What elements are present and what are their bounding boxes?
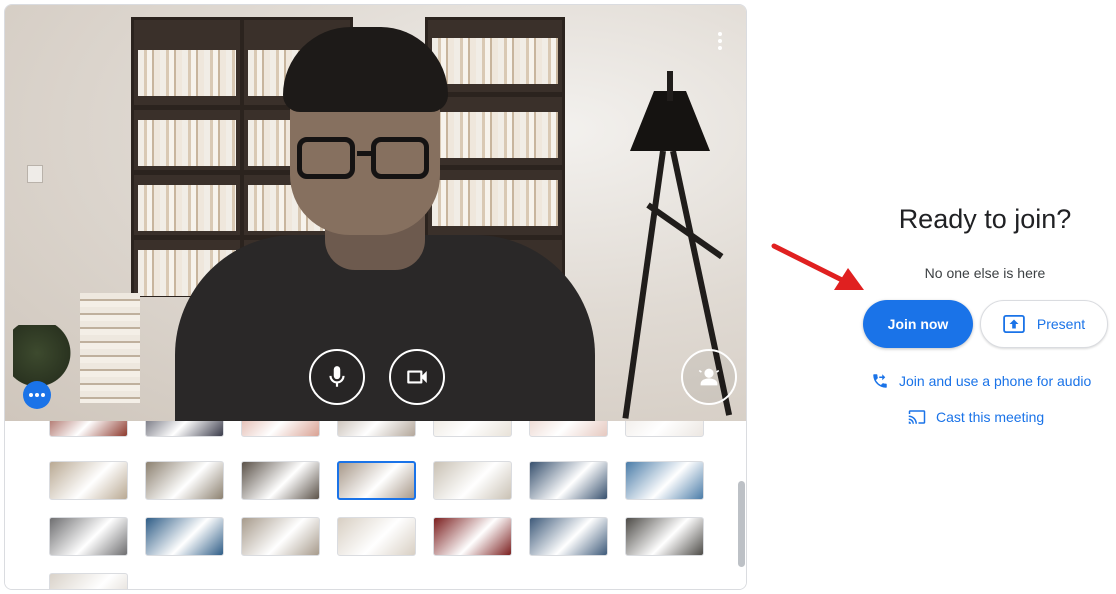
camera-button[interactable] xyxy=(389,349,445,405)
preview-panel xyxy=(4,4,747,590)
participants-status: No one else is here xyxy=(924,265,1046,281)
background-thumbnail-sunlit-room[interactable] xyxy=(145,461,224,500)
background-thumbnail-dark-stone[interactable] xyxy=(625,517,704,556)
background-thumbnail-office-wall[interactable] xyxy=(49,461,128,500)
background-thumbnail-mountain-snow[interactable] xyxy=(49,517,128,556)
microphone-button[interactable] xyxy=(309,349,365,405)
page-title: Ready to join? xyxy=(898,204,1072,234)
more-vert-icon[interactable] xyxy=(708,29,732,53)
book-stack xyxy=(80,293,140,403)
present-label: Present xyxy=(1036,316,1086,332)
microphone-icon xyxy=(329,366,345,387)
background-thumbnail-light-sand[interactable] xyxy=(433,421,512,437)
phone-forward-icon xyxy=(873,374,887,388)
cast-meeting-label: Cast this meeting xyxy=(936,409,1045,425)
background-thumbnail-red-abstract[interactable] xyxy=(49,421,128,437)
wall-switch xyxy=(27,165,43,183)
present-button[interactable]: Present xyxy=(980,300,1108,348)
background-thumbnail-floral-cream[interactable] xyxy=(49,573,128,589)
background-thumbnail-seaside[interactable] xyxy=(625,461,704,500)
glasses xyxy=(297,137,355,179)
background-thumbnail-bright-room[interactable] xyxy=(337,517,416,556)
background-thumbnails xyxy=(5,421,746,589)
meet-prejoin-screen: Ready to join? No one else is here Join … xyxy=(0,0,1116,594)
background-thumbnail-horses-field[interactable] xyxy=(241,517,320,556)
background-effects-button[interactable] xyxy=(681,349,737,405)
background-thumbnail-blue-sky-building[interactable] xyxy=(529,461,608,500)
present-screen-icon xyxy=(1003,315,1025,333)
join-now-button[interactable]: Join now xyxy=(863,300,973,348)
background-thumbnail-red-flowers-white[interactable] xyxy=(241,421,320,437)
camera-icon xyxy=(407,370,427,384)
cast-icon xyxy=(908,410,926,424)
background-thumbnail-white-floral[interactable] xyxy=(625,421,704,437)
phone-audio-label: Join and use a phone for audio xyxy=(899,373,1092,389)
background-thumbnail-shelf-decor[interactable] xyxy=(433,461,512,500)
background-thumbnail-loft-interior[interactable] xyxy=(241,461,320,500)
scrollbar-thumb[interactable] xyxy=(738,481,745,567)
cast-meeting-link[interactable]: Cast this meeting xyxy=(908,408,1044,426)
background-thumbnail-night-scene[interactable] xyxy=(145,421,224,437)
more-horiz-icon[interactable] xyxy=(23,381,51,409)
annotation-arrow xyxy=(771,243,864,290)
background-thumbnail-pink-pattern[interactable] xyxy=(529,421,608,437)
background-thumbnail-bookshelf-blur[interactable] xyxy=(337,461,416,500)
background-thumbnail-red-flowers-dark[interactable] xyxy=(433,517,512,556)
background-thumbnail-textured-grey[interactable] xyxy=(337,421,416,437)
person-background-icon xyxy=(698,368,720,386)
self-video-preview xyxy=(5,5,746,421)
background-thumbnail-fern-blue[interactable] xyxy=(529,517,608,556)
background-thumbnail-blue-beach[interactable] xyxy=(145,517,224,556)
phone-audio-link[interactable]: Join and use a phone for audio xyxy=(871,372,1091,390)
join-now-label: Join now xyxy=(887,316,949,332)
